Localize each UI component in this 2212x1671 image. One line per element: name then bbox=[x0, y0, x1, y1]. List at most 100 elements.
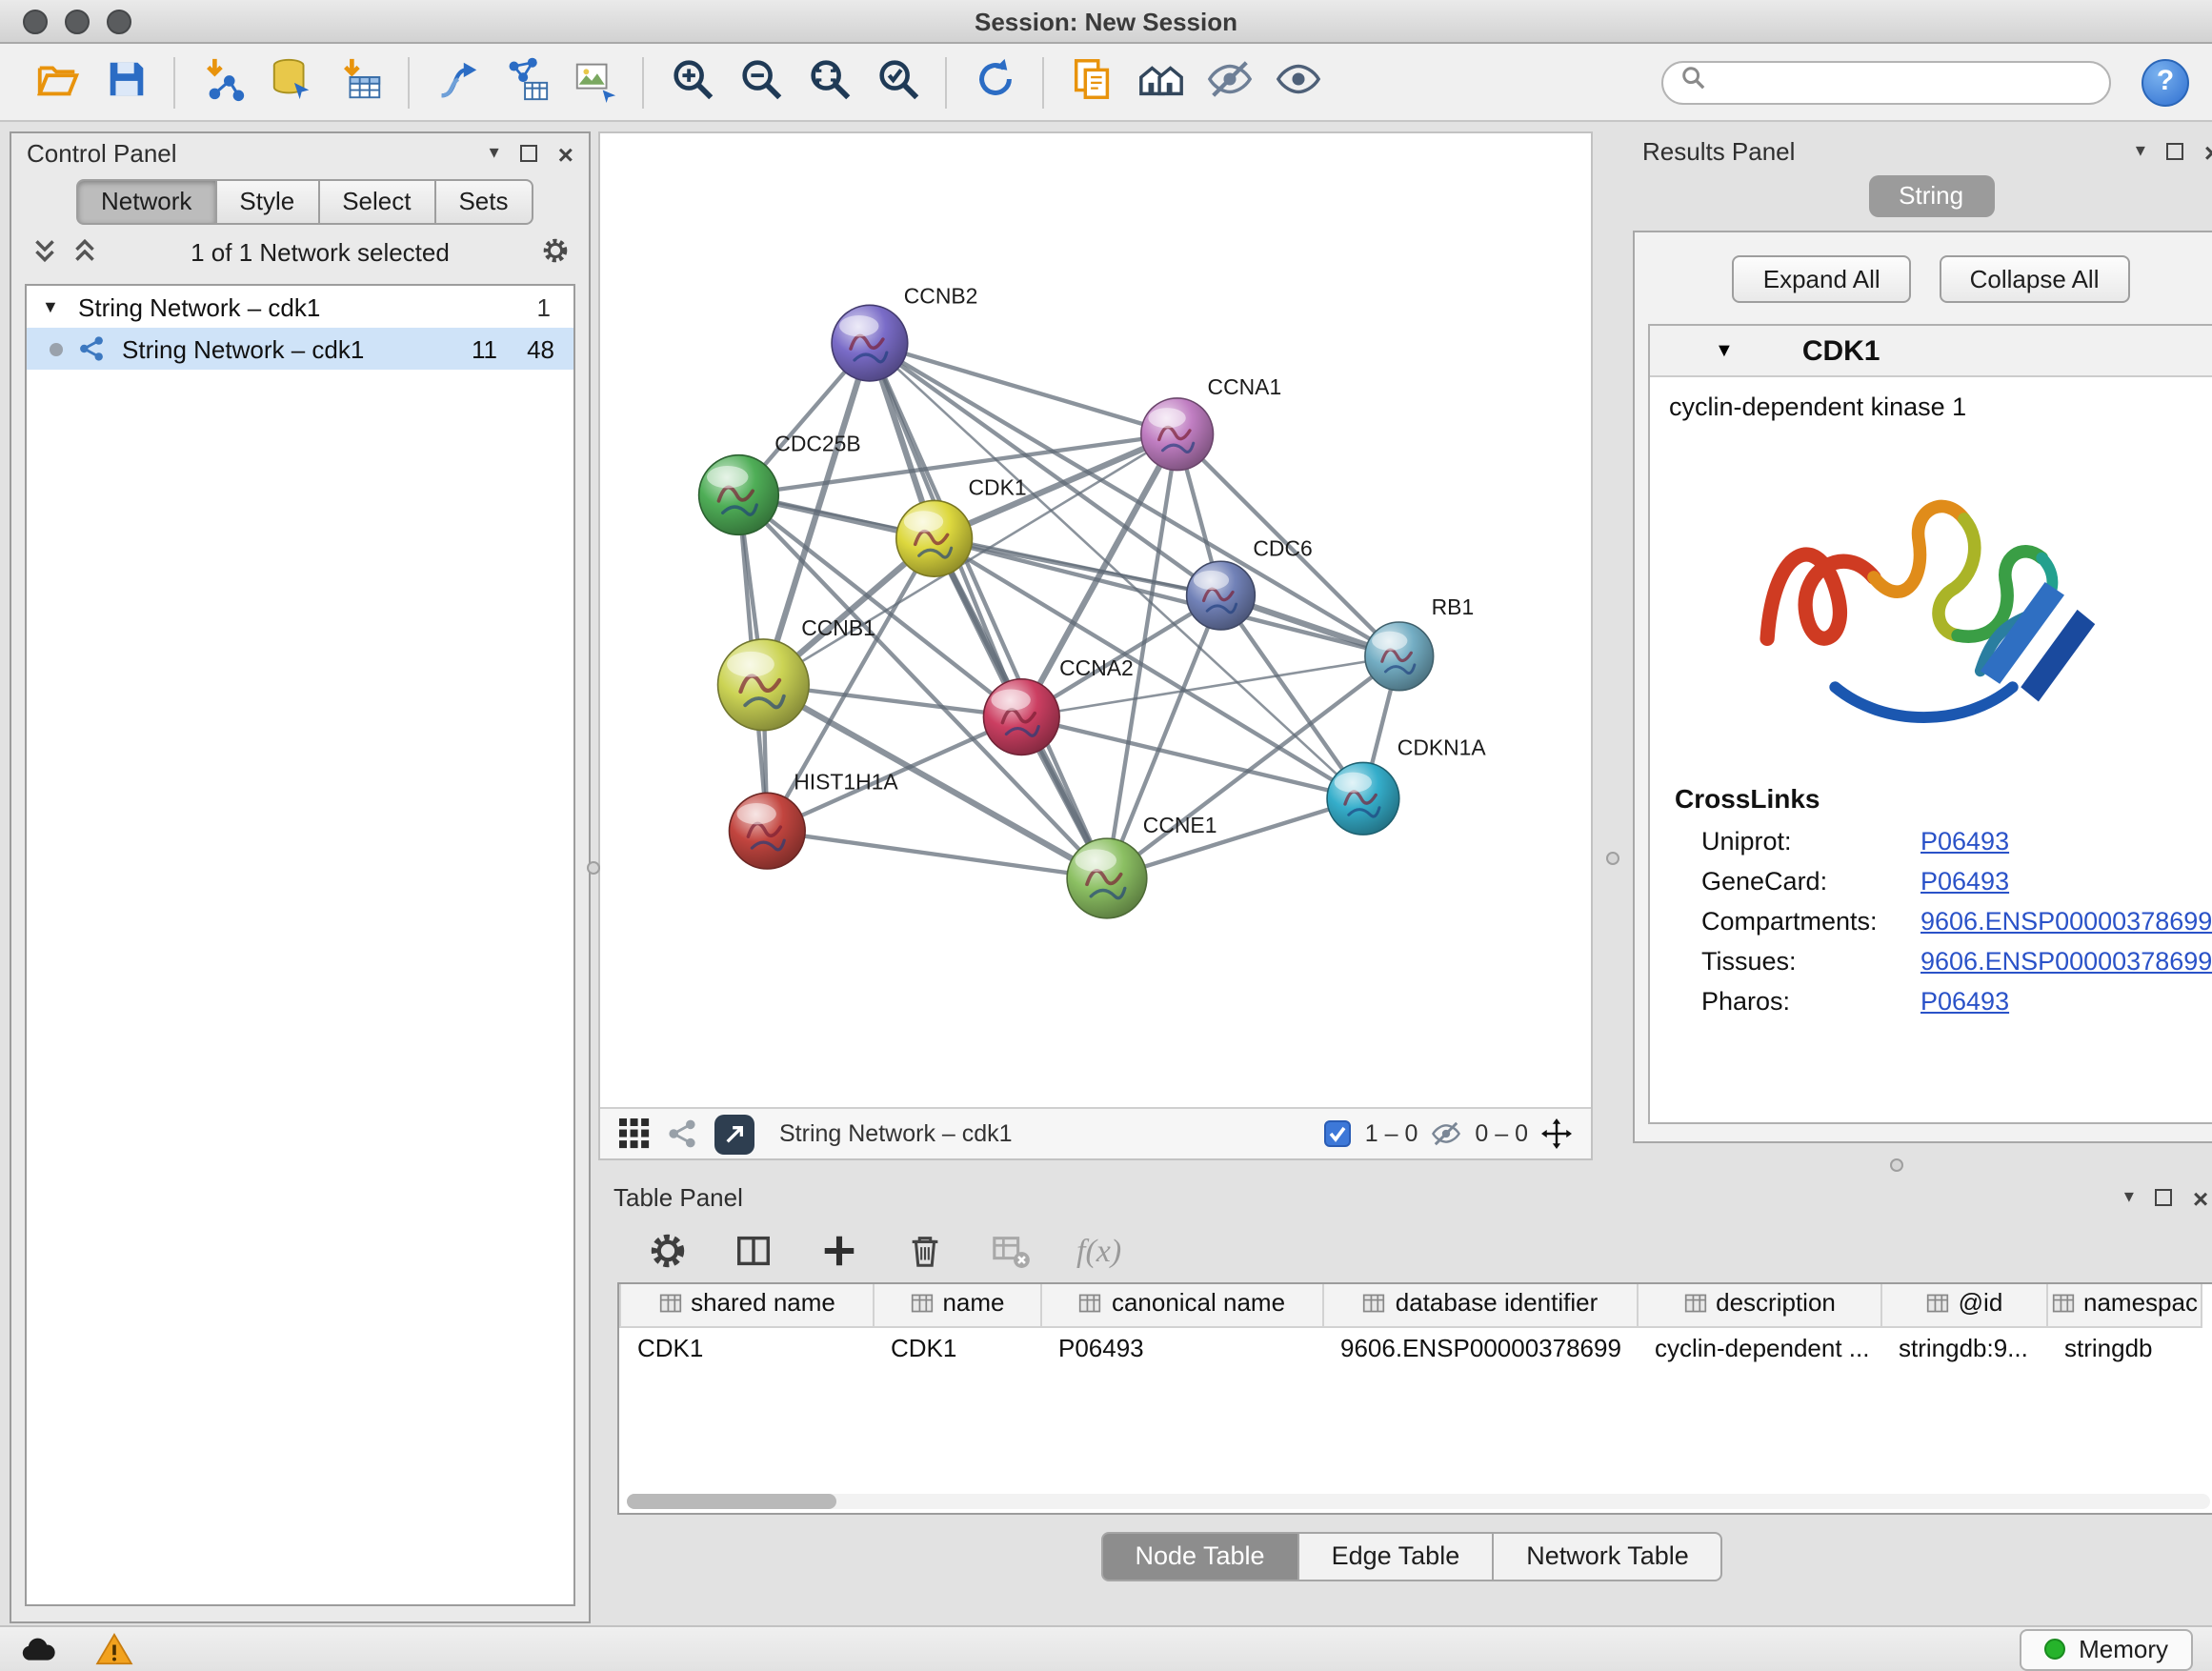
zoom-fit-button[interactable] bbox=[794, 50, 863, 113]
table-cell[interactable]: 9606.ENSP00000378699 bbox=[1323, 1326, 1638, 1368]
collapse-all-icon[interactable] bbox=[30, 235, 59, 270]
delete-table-icon[interactable] bbox=[991, 1231, 1031, 1271]
column-header-name[interactable]: name bbox=[874, 1284, 1041, 1326]
network-node-CDK1[interactable] bbox=[896, 500, 973, 576]
share-network-icon[interactable] bbox=[667, 1118, 697, 1149]
function-builder-button[interactable]: f(x) bbox=[1076, 1232, 1121, 1270]
table-cell[interactable]: CDK1 bbox=[620, 1326, 874, 1368]
network-canvas[interactable]: CCNB2CCNA1CDC25BCDK1CDC6RB1CCNB1CCNA2CDK… bbox=[600, 133, 1591, 1107]
window-minimize-button[interactable] bbox=[65, 9, 90, 33]
network-node-CCNA2[interactable] bbox=[983, 679, 1059, 755]
collapse-triangle-icon[interactable]: ▼ bbox=[1715, 340, 1734, 361]
selected-checkbox[interactable] bbox=[1325, 1120, 1352, 1147]
scrollbar-thumb[interactable] bbox=[627, 1494, 836, 1509]
table-cell[interactable]: cyclin-dependent ... bbox=[1638, 1326, 1881, 1368]
network-node-CDC25B[interactable] bbox=[699, 455, 779, 535]
splitter-handle[interactable] bbox=[1890, 1158, 1903, 1172]
splitter-handle[interactable] bbox=[1606, 852, 1619, 865]
tab-string[interactable]: String bbox=[1868, 175, 1994, 217]
float-panel-icon[interactable] bbox=[520, 145, 537, 162]
tab-edge-table[interactable]: Edge Table bbox=[1297, 1532, 1495, 1581]
tab-select[interactable]: Select bbox=[317, 179, 435, 225]
import-network-database-button[interactable] bbox=[257, 50, 326, 113]
open-session-button[interactable] bbox=[23, 50, 91, 113]
hidden-eye-icon[interactable] bbox=[1431, 1118, 1461, 1149]
table-settings-gear-icon[interactable] bbox=[648, 1231, 688, 1271]
expand-all-button[interactable]: Expand All bbox=[1733, 255, 1911, 303]
table-row[interactable]: CDK1CDK1P064939606.ENSP00000378699cyclin… bbox=[620, 1326, 2202, 1368]
table-cell[interactable]: stringdb bbox=[2047, 1326, 2202, 1368]
gear-icon[interactable] bbox=[541, 235, 570, 270]
expand-triangle-icon[interactable]: ▼ bbox=[42, 297, 72, 316]
float-panel-icon[interactable] bbox=[2166, 143, 2183, 160]
network-node-RB1[interactable] bbox=[1365, 622, 1434, 691]
gene-header[interactable]: ▼ CDK1 bbox=[1650, 326, 2212, 377]
column-header-namespac[interactable]: namespac bbox=[2047, 1284, 2202, 1326]
network-node-CDKN1A[interactable] bbox=[1327, 762, 1399, 835]
command-panel-button[interactable] bbox=[1057, 50, 1126, 113]
show-all-button[interactable] bbox=[1263, 50, 1332, 113]
table-cell[interactable]: stringdb:9... bbox=[1881, 1326, 2047, 1368]
tab-node-table[interactable]: Node Table bbox=[1100, 1532, 1298, 1581]
zoom-in-button[interactable] bbox=[657, 50, 726, 113]
expand-all-icon[interactable] bbox=[70, 235, 99, 270]
tree-row[interactable]: String Network – cdk11148 bbox=[27, 328, 573, 370]
zoom-selected-button[interactable] bbox=[863, 50, 932, 113]
column-header-canonical-name[interactable]: canonical name bbox=[1041, 1284, 1323, 1326]
network-node-CDC6[interactable] bbox=[1187, 561, 1256, 630]
network-edge[interactable] bbox=[870, 343, 1399, 656]
hide-selected-button[interactable] bbox=[1195, 50, 1263, 113]
show-columns-icon[interactable] bbox=[734, 1231, 774, 1271]
crosslink-link[interactable]: 9606.ENSP00000378699 bbox=[1920, 907, 2212, 936]
collapse-all-button[interactable]: Collapse All bbox=[1940, 255, 2130, 303]
table-cell[interactable]: P06493 bbox=[1041, 1326, 1323, 1368]
network-node-CCNA1[interactable] bbox=[1141, 398, 1214, 471]
tab-sets[interactable]: Sets bbox=[433, 179, 533, 225]
float-panel-icon[interactable] bbox=[2155, 1189, 2172, 1206]
delete-column-trash-icon[interactable] bbox=[905, 1231, 945, 1271]
network-edge[interactable] bbox=[870, 343, 1107, 878]
search-input[interactable] bbox=[1715, 69, 2092, 95]
save-session-button[interactable] bbox=[91, 50, 160, 113]
network-edge[interactable] bbox=[870, 343, 1177, 434]
tab-network[interactable]: Network bbox=[76, 179, 216, 225]
network-node-CCNE1[interactable] bbox=[1067, 838, 1147, 918]
birdseye-button[interactable] bbox=[1126, 50, 1195, 113]
horizontal-scrollbar[interactable] bbox=[627, 1494, 2210, 1509]
crosslink-link[interactable]: P06493 bbox=[1920, 867, 2009, 896]
network-edge[interactable] bbox=[1021, 717, 1363, 799]
close-panel-icon[interactable]: × bbox=[2204, 138, 2212, 165]
network-table-button[interactable] bbox=[492, 50, 560, 113]
add-column-icon[interactable] bbox=[819, 1231, 859, 1271]
crosslink-link[interactable]: P06493 bbox=[1920, 987, 2009, 1016]
tree-row[interactable]: ▼String Network – cdk11 bbox=[27, 286, 573, 328]
tab-style[interactable]: Style bbox=[214, 179, 319, 225]
window-zoom-button[interactable] bbox=[107, 9, 131, 33]
import-network-file-button[interactable] bbox=[189, 50, 257, 113]
network-edge[interactable] bbox=[767, 831, 1107, 878]
crosshair-icon[interactable] bbox=[1541, 1118, 1572, 1149]
close-panel-icon[interactable]: × bbox=[2193, 1184, 2208, 1211]
export-image-button[interactable] bbox=[560, 50, 629, 113]
apply-layout-button[interactable] bbox=[960, 50, 1029, 113]
network-from-selection-button[interactable] bbox=[423, 50, 492, 113]
open-external-button[interactable] bbox=[714, 1114, 754, 1154]
warning-icon[interactable] bbox=[95, 1633, 133, 1665]
window-close-button[interactable] bbox=[23, 9, 48, 33]
memory-button[interactable]: Memory bbox=[2020, 1628, 2193, 1670]
crosslink-link[interactable]: 9606.ENSP00000378699 bbox=[1920, 947, 2212, 976]
network-node-CCNB2[interactable] bbox=[832, 305, 908, 381]
collapse-panel-icon[interactable]: ▾ bbox=[2124, 1187, 2134, 1208]
network-node-CCNB1[interactable] bbox=[718, 639, 810, 731]
zoom-out-button[interactable] bbox=[726, 50, 794, 113]
cloud-icon[interactable] bbox=[19, 1633, 57, 1665]
import-table-file-button[interactable] bbox=[326, 50, 394, 113]
table-cell[interactable]: CDK1 bbox=[874, 1326, 1041, 1368]
help-button[interactable]: ? bbox=[2142, 58, 2189, 106]
grid-view-icon[interactable] bbox=[619, 1118, 650, 1149]
crosslink-link[interactable]: P06493 bbox=[1920, 827, 2009, 856]
search-box[interactable] bbox=[1661, 60, 2111, 104]
column-header-database-identifier[interactable]: database identifier bbox=[1323, 1284, 1638, 1326]
close-panel-icon[interactable]: × bbox=[558, 140, 573, 167]
network-node-HIST1H1A[interactable] bbox=[729, 793, 805, 869]
